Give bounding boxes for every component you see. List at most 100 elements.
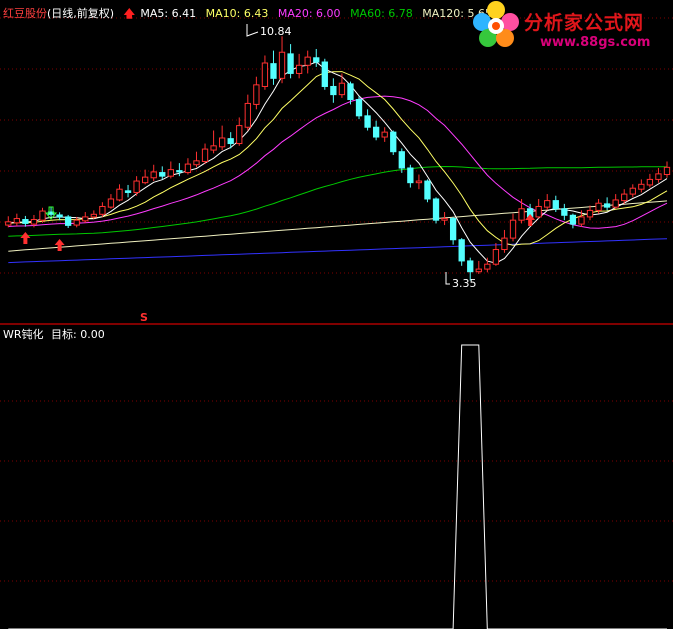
candle-body-down: [270, 63, 277, 79]
candle-body-up: [638, 183, 645, 190]
candle-body-down: [124, 190, 132, 193]
candle-body-down: [552, 200, 559, 210]
candle-body-down: [176, 170, 183, 173]
candle-body-down: [569, 214, 577, 225]
candle-body-down: [330, 85, 337, 96]
candle-body-up: [244, 102, 251, 128]
candle-body-up: [441, 218, 448, 221]
candle-body-up: [99, 205, 106, 215]
candle-body-up: [578, 216, 585, 225]
candle-body-up: [30, 219, 38, 225]
candle-body-up: [612, 199, 619, 208]
candle-body-up: [90, 213, 97, 218]
high-price-label: 10.84: [260, 25, 292, 38]
wr-line: [8, 344, 667, 629]
candle-body-up: [184, 163, 192, 174]
stock-name: 红豆股份: [3, 7, 47, 20]
candle-body-down: [65, 216, 72, 226]
low-price-label: 3.35: [452, 277, 477, 290]
ma10-line: [8, 71, 668, 246]
candle-body-up: [116, 188, 123, 201]
candle-body-up: [338, 82, 346, 96]
ma20-value: MA20: 6.00: [277, 7, 341, 20]
chart-header: 红豆股份(日线,前复权) 🡅 MA5: 6.41 MA10: 6.43 MA20…: [3, 5, 498, 24]
candle-body-up: [261, 62, 269, 87]
candle-body-down: [424, 180, 431, 200]
ma120-line: [8, 200, 668, 252]
candle-body-down: [56, 214, 63, 218]
candle-body-up: [501, 237, 508, 251]
candle-body-down: [432, 198, 440, 221]
high-price-pointer: [246, 24, 259, 37]
candle-body-up: [133, 180, 140, 193]
low-price-pointer: [445, 272, 450, 285]
kline-chart[interactable]: 10.84 3.35 S: [0, 0, 673, 629]
candle-body-up: [295, 64, 303, 74]
wr-indicator-line: [8, 344, 667, 629]
candle-body-down: [287, 53, 294, 74]
period-label: (日线,前复权): [47, 7, 115, 20]
candle-body-up: [210, 145, 217, 151]
candle-body-up: [655, 173, 662, 180]
ma10-value: MA10: 6.43: [205, 7, 269, 20]
candle-body-up: [535, 205, 542, 218]
candle-body-down: [372, 126, 380, 138]
candle-body-down: [347, 83, 354, 101]
candle-body-down: [364, 115, 371, 128]
candle-body-down: [398, 151, 405, 169]
candle-body-up: [646, 178, 654, 186]
candle-body-up: [304, 56, 311, 66]
candle-body-up: [13, 218, 20, 224]
candle-body-up: [629, 187, 636, 195]
candle-body-down: [355, 99, 363, 117]
candle-body-down: [561, 208, 568, 216]
ma250-line: [8, 238, 668, 264]
candle-body-down: [390, 131, 397, 153]
moving-average-lines: [8, 61, 668, 264]
candle-body-up: [5, 221, 12, 226]
candle-body-up: [544, 200, 551, 208]
candle-body-down: [603, 203, 611, 208]
logo-title: 分析家公式网: [524, 12, 645, 34]
candle-body-up: [509, 219, 517, 239]
candle-body-up: [381, 131, 388, 138]
candle-body-up: [278, 51, 286, 79]
candle-body-up: [253, 84, 260, 105]
candle-body-up: [415, 180, 423, 184]
candle-body-up: [586, 209, 594, 218]
candle-body-up: [475, 268, 482, 273]
grid-lines: [0, 17, 673, 582]
ma5-value: MA5: 6.41: [140, 7, 197, 20]
candle-body-up: [218, 137, 226, 148]
candle-body-up: [167, 169, 174, 177]
candle-body-down: [313, 57, 320, 63]
indicator-name: WR钝化: [3, 328, 44, 341]
candle-body-down: [159, 172, 166, 177]
buy-arrow-icon: [54, 239, 65, 251]
candle-body-down: [449, 218, 457, 241]
candle-body-down: [467, 260, 474, 273]
candle-body-up: [518, 208, 525, 221]
candle-body-up: [142, 176, 149, 184]
indicator-target: 目标: 0.00: [51, 328, 105, 341]
candle-body-up: [201, 148, 209, 162]
logo-url: www.88gs.com: [540, 35, 651, 50]
candle-body-down: [22, 219, 29, 224]
candle-body-up: [150, 171, 157, 179]
up-arrow-icon: 🡅: [123, 7, 135, 20]
buy-arrow-icon: [525, 214, 536, 226]
candle-body-up: [595, 202, 602, 211]
buy-arrow-icon: [20, 232, 31, 244]
ma5-line: [8, 61, 668, 264]
candle-body-down: [458, 239, 465, 262]
flower-icon: [473, 1, 519, 47]
candle-body-up: [73, 219, 80, 226]
candle-body-up: [107, 198, 115, 208]
candle-body-down: [321, 61, 328, 87]
candle-body-up: [82, 216, 89, 222]
candle-body-down: [227, 138, 234, 145]
candle-body-down: [407, 167, 414, 184]
ma60-value: MA60: 6.78: [350, 7, 413, 20]
candle-body-up: [193, 160, 200, 166]
candle-body-up: [492, 249, 500, 265]
